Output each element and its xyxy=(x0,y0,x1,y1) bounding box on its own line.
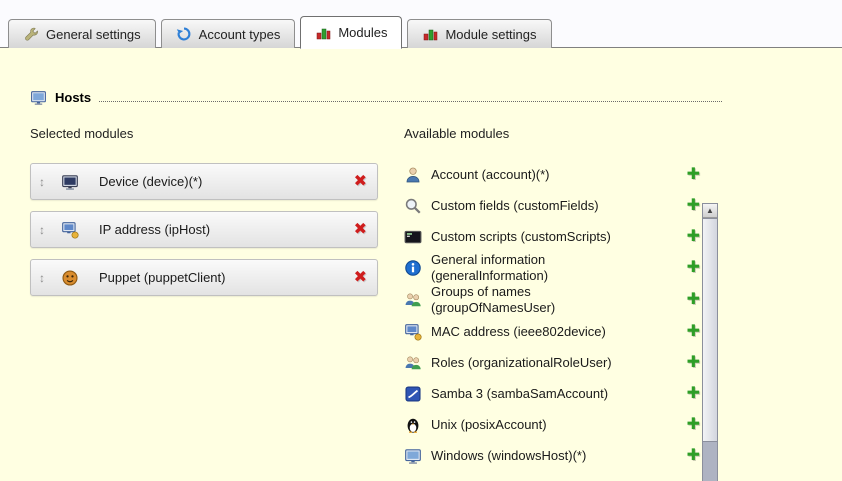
tab-label: Module settings xyxy=(445,27,536,42)
remove-module-button[interactable]: ✖ xyxy=(354,174,367,190)
lam-configuration-page: General settings Account types Modules M… xyxy=(0,0,842,481)
modules-icon xyxy=(315,25,331,41)
selected-modules-column: Selected modules ↕ Device (device)(*) ✖ … xyxy=(30,126,378,307)
available-module-row-general-information: General information (generalInformation)… xyxy=(404,252,700,284)
refresh-icon xyxy=(176,26,192,42)
module-label: Custom fields (customFields) xyxy=(431,198,643,214)
drag-handle-icon[interactable]: ↕ xyxy=(39,175,55,189)
info-icon xyxy=(404,259,422,277)
available-module-row-account: Account (account)(*) ✚ xyxy=(404,159,700,190)
tab-label: General settings xyxy=(46,27,141,42)
tab-label: Account types xyxy=(199,27,281,42)
device-icon xyxy=(61,173,79,191)
module-label: Account (account)(*) xyxy=(431,167,643,183)
tab-account-types[interactable]: Account types xyxy=(161,19,296,48)
available-module-row-samba3: Samba 3 (sambaSamAccount) ✚ xyxy=(404,378,700,409)
available-module-row-custom-fields: Custom fields (customFields) ✚ xyxy=(404,190,700,221)
person-icon xyxy=(404,166,422,184)
tab-general-settings[interactable]: General settings xyxy=(8,19,156,48)
module-label: IP address (ipHost) xyxy=(85,222,354,237)
available-modules-column: Available modules Account (account)(*) ✚… xyxy=(404,126,700,471)
module-label: Groups of names (groupOfNamesUser) xyxy=(431,284,643,316)
add-module-button[interactable]: ✚ xyxy=(687,198,700,214)
module-label: Samba 3 (sambaSamAccount) xyxy=(431,386,643,402)
available-modules-list: Account (account)(*) ✚ Custom fields (cu… xyxy=(404,159,700,471)
module-settings-icon xyxy=(422,26,438,42)
samba-icon xyxy=(404,385,422,403)
module-label: General information (generalInformation) xyxy=(431,252,643,284)
dotted-divider xyxy=(99,101,722,102)
puppet-icon xyxy=(61,269,79,287)
selected-module-row-ip-address[interactable]: ↕ IP address (ipHost) ✖ xyxy=(30,211,378,248)
drag-handle-icon[interactable]: ↕ xyxy=(39,223,55,237)
group-icon xyxy=(404,354,422,372)
module-label: Custom scripts (customScripts) xyxy=(431,229,643,245)
selected-module-row-device[interactable]: ↕ Device (device)(*) ✖ xyxy=(30,163,378,200)
windows-icon xyxy=(404,447,422,465)
section-heading: Hosts xyxy=(55,90,91,105)
add-module-button[interactable]: ✚ xyxy=(687,260,700,276)
wrench-icon xyxy=(23,26,39,42)
available-module-row-unix: Unix (posixAccount) ✚ xyxy=(404,409,700,440)
drag-handle-icon[interactable]: ↕ xyxy=(39,271,55,285)
remove-module-button[interactable]: ✖ xyxy=(354,270,367,286)
terminal-icon xyxy=(404,228,422,246)
available-module-row-custom-scripts: Custom scripts (customScripts) ✚ xyxy=(404,221,700,252)
module-label: MAC address (ieee802device) xyxy=(431,324,643,340)
available-modules-scrollbar[interactable]: ▲ ▼ xyxy=(702,203,718,481)
available-module-row-groups-of-names: Groups of names (groupOfNamesUser) ✚ xyxy=(404,284,700,316)
module-label: Puppet (puppetClient) xyxy=(85,270,354,285)
ip-address-icon xyxy=(61,221,79,239)
magnifier-icon xyxy=(404,197,422,215)
selected-modules-list: ↕ Device (device)(*) ✖ ↕ IP address (ipH… xyxy=(30,163,378,296)
modules-panel: Hosts Selected modules ↕ Device (device)… xyxy=(0,47,842,481)
remove-module-button[interactable]: ✖ xyxy=(354,222,367,238)
add-module-button[interactable]: ✚ xyxy=(687,417,700,433)
add-module-button[interactable]: ✚ xyxy=(687,229,700,245)
module-label: Windows (windowsHost)(*) xyxy=(431,448,643,464)
add-module-button[interactable]: ✚ xyxy=(687,386,700,402)
computer-icon xyxy=(404,323,422,341)
add-module-button[interactable]: ✚ xyxy=(687,292,700,308)
available-modules-heading: Available modules xyxy=(404,126,700,141)
module-label: Device (device)(*) xyxy=(85,174,354,189)
available-module-row-windows: Windows (windowsHost)(*) ✚ xyxy=(404,440,700,471)
tab-module-settings[interactable]: Module settings xyxy=(407,19,551,48)
scroll-up-button[interactable]: ▲ xyxy=(703,204,717,218)
scrollbar-track[interactable] xyxy=(703,442,717,481)
add-module-button[interactable]: ✚ xyxy=(687,448,700,464)
add-module-button[interactable]: ✚ xyxy=(687,355,700,371)
tab-label: Modules xyxy=(338,25,387,40)
settings-tabbar: General settings Account types Modules M… xyxy=(8,16,552,48)
hosts-section-title: Hosts xyxy=(30,89,722,106)
module-label: Roles (organizationalRoleUser) xyxy=(431,355,643,371)
add-module-button[interactable]: ✚ xyxy=(687,167,700,183)
scrollbar-thumb[interactable] xyxy=(703,218,717,442)
computer-icon xyxy=(30,89,47,106)
selected-module-row-puppet[interactable]: ↕ Puppet (puppetClient) ✖ xyxy=(30,259,378,296)
tab-modules[interactable]: Modules xyxy=(300,16,402,49)
selected-modules-heading: Selected modules xyxy=(30,126,378,141)
add-module-button[interactable]: ✚ xyxy=(687,324,700,340)
available-module-row-roles: Roles (organizationalRoleUser) ✚ xyxy=(404,347,700,378)
penguin-icon xyxy=(404,416,422,434)
available-module-row-mac-address: MAC address (ieee802device) ✚ xyxy=(404,316,700,347)
module-label: Unix (posixAccount) xyxy=(431,417,643,433)
group-icon xyxy=(404,291,422,309)
